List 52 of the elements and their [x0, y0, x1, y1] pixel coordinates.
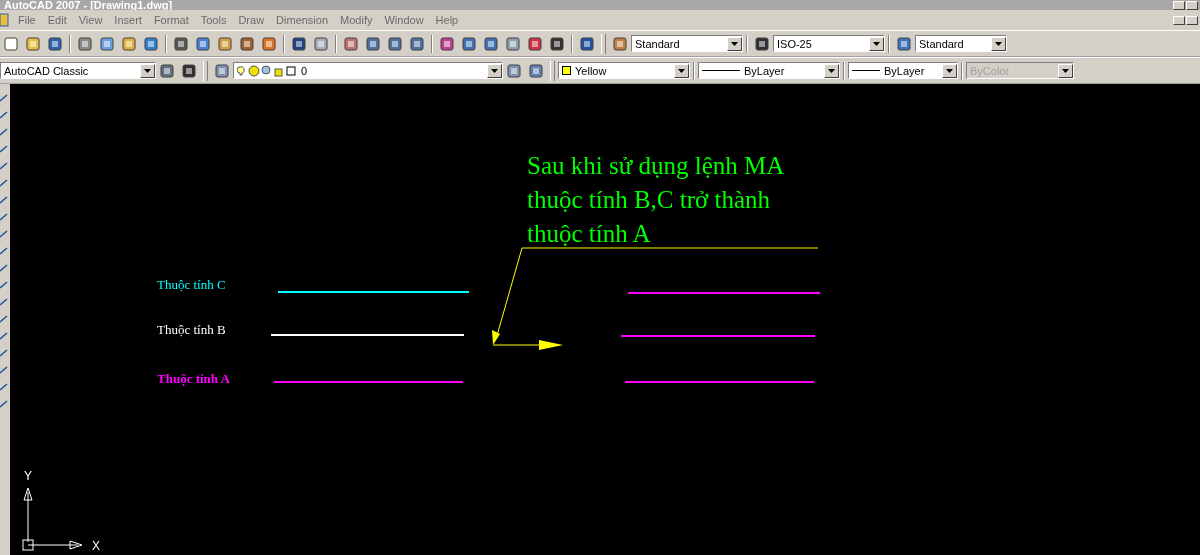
attribute-label: Thuộc tính A: [157, 371, 230, 386]
draw-tool-icon[interactable]: [0, 281, 8, 289]
menu-item[interactable]: File: [12, 14, 42, 26]
draw-tool-icon[interactable]: [0, 298, 8, 306]
menu-item[interactable]: Dimension: [270, 14, 335, 26]
menu-item[interactable]: Help: [429, 14, 465, 26]
draw-tool-icon[interactable]: [0, 383, 8, 391]
y-axis-label: Y: [24, 469, 32, 483]
annotation-text: Sau khi sử dụng lệnh MA thuộc tính B,C trở thành thuộc tính A: [527, 152, 785, 247]
draw-tool-icon[interactable]: [0, 349, 8, 357]
draw-tool-icon[interactable]: [0, 247, 8, 255]
dimension-style-dropdown[interactable]: ISO-25: [773, 35, 885, 52]
menu-item[interactable]: Window: [378, 14, 430, 26]
lineweight-dropdown[interactable]: ByLayer: [848, 62, 958, 79]
draw-tool-icon[interactable]: [0, 315, 8, 323]
draw-tool-icon[interactable]: [0, 111, 8, 119]
minimize-button[interactable]: [1173, 1, 1185, 10]
draw-tool-icon[interactable]: [0, 264, 8, 272]
attribute-label: Thuộc tính C: [157, 277, 226, 292]
draw-tool-icon[interactable]: [0, 162, 8, 170]
linetype-dropdown[interactable]: ByLayer: [698, 62, 840, 79]
color-dropdown[interactable]: Yellow: [558, 62, 690, 79]
minimize-button[interactable]: [1173, 15, 1185, 25]
draw-tool-icon[interactable]: [0, 94, 8, 102]
draw-tool-icon[interactable]: [0, 145, 8, 153]
menu-item[interactable]: Insert: [108, 14, 148, 26]
text-style-dropdown[interactable]: Standard: [631, 35, 743, 52]
menu-item[interactable]: Draw: [232, 14, 271, 26]
layer-state-icons[interactable]: [237, 64, 297, 77]
draw-tool-icon[interactable]: [0, 400, 8, 408]
draw-tool-icon[interactable]: [0, 230, 8, 238]
draw-tool-icon[interactable]: [0, 128, 8, 136]
menu-item[interactable]: Format: [147, 14, 195, 26]
menu-item[interactable]: Tools: [194, 14, 233, 26]
draw-tool-icon[interactable]: [0, 196, 8, 204]
restore-button[interactable]: [1186, 15, 1198, 25]
draw-tool-icon[interactable]: [0, 332, 8, 340]
restore-button[interactable]: [1186, 1, 1198, 10]
menu-item[interactable]: View: [72, 14, 109, 26]
draw-tool-icon[interactable]: [0, 366, 8, 374]
attribute-label: Thuộc tính B: [157, 322, 226, 337]
draw-tool-icon[interactable]: [0, 179, 8, 187]
menu-item[interactable]: Modify: [334, 14, 379, 26]
layer-dropdown[interactable]: 0: [233, 62, 503, 79]
draw-tool-icon[interactable]: [0, 213, 8, 221]
menu-item[interactable]: Edit: [41, 14, 73, 26]
workspace-dropdown[interactable]: AutoCAD Classic: [0, 62, 156, 79]
right-arrow: [492, 340, 563, 350]
ucs-axes-icon: [22, 487, 83, 551]
table-style-dropdown[interactable]: Standard: [915, 35, 1007, 52]
x-axis-label: X: [92, 539, 100, 553]
document-icon[interactable]: [0, 13, 9, 27]
